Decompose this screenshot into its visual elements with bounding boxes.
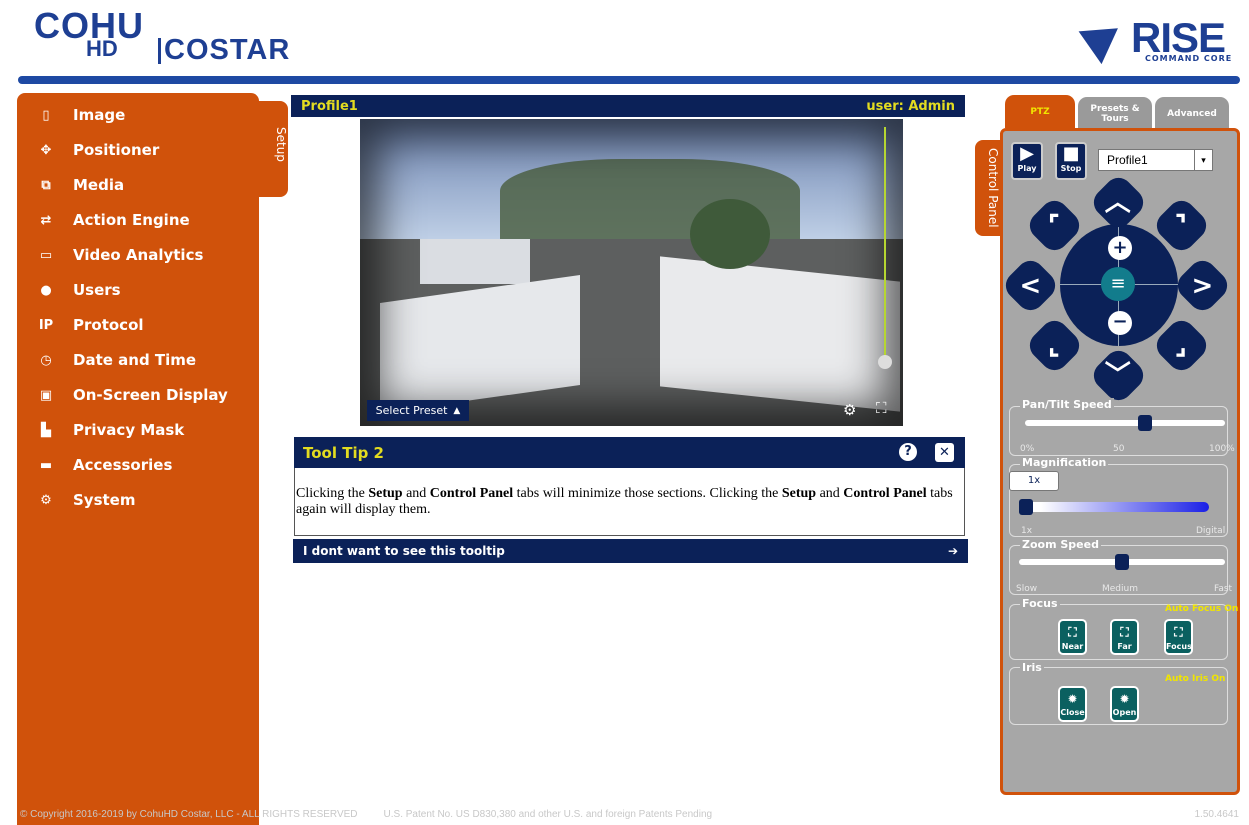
sidebar-item-system[interactable]: ⚙ System <box>17 485 259 515</box>
header-divider <box>18 76 1240 84</box>
rise-logo: RISE COMMAND CORE <box>1078 11 1237 70</box>
tooltip-title: Tool Tip 2 <box>303 443 384 462</box>
caret-up-icon: ▲ <box>453 405 461 416</box>
fullscreen-icon[interactable]: ⛶ <box>876 399 887 417</box>
profile-select[interactable]: Profile1 ▾ <box>1098 149 1213 171</box>
iris-open-icon: ✹ <box>1119 692 1130 706</box>
chevron-down-icon: ▾ <box>1194 150 1212 170</box>
video-profile-bar: Profile1 user: Admin <box>291 95 965 117</box>
play-button[interactable]: ▶ Play <box>1011 142 1043 180</box>
digital-zoom-slider[interactable] <box>884 127 886 359</box>
sidebar-item-image[interactable]: ▯ Image <box>17 100 259 130</box>
sidebar-item-video-analytics[interactable]: ▭ Video Analytics <box>17 240 259 270</box>
zoom-out-icon[interactable]: − <box>1108 311 1132 335</box>
iris-close-icon: ✹ <box>1067 692 1078 706</box>
video-settings-icon[interactable]: ⚙ <box>843 401 856 419</box>
tab-advanced[interactable]: Advanced <box>1155 97 1229 131</box>
copyright-text: © Copyright 2016-2019 by CohuHD Costar, … <box>20 808 358 820</box>
cohu-logo: COHU HD COSTAR <box>34 5 291 66</box>
sidebar-item-protocol[interactable]: IP Protocol <box>17 310 259 340</box>
gear-icon: ⚙ <box>40 492 52 508</box>
tooltip-header: Tool Tip 2 <box>294 437 965 468</box>
corner-up-right-icon: ⌝ <box>1175 210 1188 241</box>
iris-open-button[interactable]: ✹ Open <box>1110 686 1139 722</box>
clock-icon: ◷ <box>40 352 52 368</box>
shuffle-icon: ⇄ <box>40 212 52 228</box>
auto-focus-icon: ⛶ <box>1174 625 1183 639</box>
ip-icon: IP <box>38 317 54 333</box>
user-label: user: Admin <box>866 98 955 114</box>
arrow-right-icon: ➔ <box>947 544 958 558</box>
video-feed[interactable] <box>360 119 903 426</box>
stop-button[interactable]: ■ Stop <box>1055 142 1087 180</box>
focus-far-icon: ⛶ <box>1120 625 1129 639</box>
pan-tilt-speed-knob[interactable] <box>1138 415 1152 431</box>
accessories-icon: ▬ <box>39 457 53 473</box>
corner-down-left-icon: ⌞ <box>1048 330 1061 361</box>
help-icon[interactable]: ? <box>899 443 917 461</box>
positioner-icon: ✥ <box>40 142 52 158</box>
dismiss-tooltip-button[interactable]: I dont want to see this tooltip ➔ <box>293 539 968 563</box>
setup-tab[interactable]: Setup <box>258 101 288 197</box>
monitor-icon: ▭ <box>39 247 53 263</box>
focus-near-icon: ⛶ <box>1068 625 1077 639</box>
page-footer: © Copyright 2016-2019 by CohuHD Costar, … <box>0 803 1249 825</box>
iris-close-button[interactable]: ✹ Close <box>1058 686 1087 722</box>
sidebar-item-users[interactable]: ● Users <box>17 275 259 305</box>
sidebar-item-privacy-mask[interactable]: ▙ Privacy Mask <box>17 415 259 445</box>
focus-far-button[interactable]: ⛶ Far <box>1110 619 1139 655</box>
play-icon: ▶ <box>1020 143 1034 164</box>
media-icon: ⧉ <box>41 177 51 193</box>
image-icon: ▯ <box>42 107 50 123</box>
sidebar-item-positioner[interactable]: ✥ Positioner <box>17 135 259 165</box>
close-icon[interactable]: ✕ <box>935 443 954 462</box>
control-panel-tab[interactable]: Control Panel <box>975 140 1000 236</box>
pan-tilt-speed-track[interactable] <box>1025 420 1225 426</box>
profile-name: Profile1 <box>301 98 358 114</box>
setup-sidebar: ▯ Image ✥ Positioner ⧉ Media ⇄ Action Engine… <box>17 93 259 825</box>
zoom-speed-knob[interactable] <box>1115 554 1129 570</box>
magnification-knob[interactable] <box>1019 499 1033 515</box>
corner-down-right-icon: ⌟ <box>1175 330 1188 361</box>
focus-near-button[interactable]: ⛶ Near <box>1058 619 1087 655</box>
chevron-right-icon: > <box>1191 270 1214 301</box>
chevron-left-icon: < <box>1019 270 1042 301</box>
select-preset-button[interactable]: Select Preset ▲ <box>367 400 469 421</box>
mask-icon: ▙ <box>41 422 51 438</box>
zoom-in-icon[interactable]: + <box>1108 236 1132 260</box>
display-icon: ▣ <box>39 387 53 403</box>
chevron-down-icon: ﹀ <box>1105 360 1132 391</box>
sidebar-item-action-engine[interactable]: ⇄ Action Engine <box>17 205 259 235</box>
sidebar-item-osd[interactable]: ▣ On-Screen Display <box>17 380 259 410</box>
version-text: 1.50.4641 <box>1194 808 1240 820</box>
menu-icon[interactable]: ≡ <box>1101 267 1135 301</box>
user-icon: ● <box>40 282 52 298</box>
magnification-value: 1x <box>1009 471 1059 491</box>
sidebar-item-media[interactable]: ⧉ Media <box>17 170 259 200</box>
sidebar-item-date-time[interactable]: ◷ Date and Time <box>17 345 259 375</box>
tooltip-body: Clicking the Setup and Control Panel tab… <box>294 468 965 536</box>
tab-ptz[interactable]: PTZ <box>1005 95 1075 128</box>
auto-focus-button[interactable]: ⛶ Focus <box>1164 619 1193 655</box>
sidebar-item-accessories[interactable]: ▬ Accessories <box>17 450 259 480</box>
corner-up-left-icon: ⌜ <box>1048 210 1061 241</box>
digital-zoom-knob[interactable] <box>878 355 892 369</box>
magnification-track[interactable] <box>1022 502 1209 512</box>
patent-text: U.S. Patent No. US D830,380 and other U.… <box>383 808 713 820</box>
tab-presets-tours[interactable]: Presets & Tours <box>1078 97 1152 131</box>
chevron-up-icon: ︿ <box>1105 187 1132 218</box>
stop-icon: ■ <box>1062 143 1080 164</box>
